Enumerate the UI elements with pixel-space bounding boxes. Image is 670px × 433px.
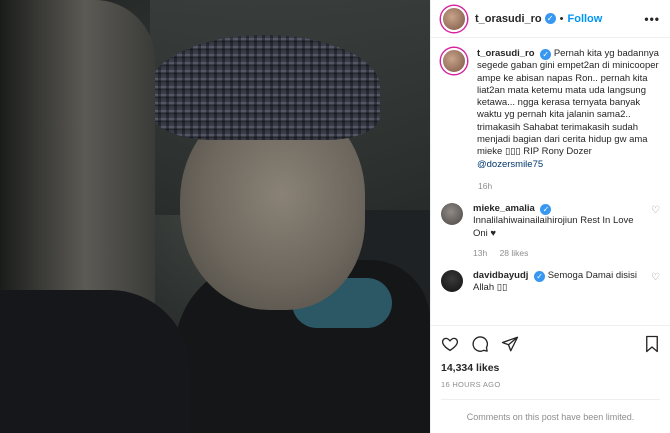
action-icons	[441, 332, 660, 356]
caption-avatar[interactable]	[441, 48, 467, 74]
photo-left-shoulder	[0, 290, 190, 433]
commenter-avatar[interactable]	[441, 269, 463, 292]
share-icon[interactable]	[501, 335, 519, 353]
follow-button[interactable]: Follow	[568, 13, 603, 25]
comment-item: mieke_amalia ✓ Innalilahiwainailaihiroji…	[441, 202, 660, 240]
comment-meta: 13h 28 likes	[473, 248, 660, 258]
verified-badge-icon: ✓	[540, 49, 552, 60]
comment-like-heart-icon[interactable]: ♡	[651, 205, 660, 216]
verified-badge-icon: ✓	[534, 270, 546, 282]
caption-mention-link[interactable]: @dozersmile75	[477, 159, 543, 170]
heart-icon[interactable]	[441, 335, 459, 353]
author-username[interactable]: t_orasudi_ro	[475, 13, 542, 25]
post-header: t_orasudi_ro ✓ • Follow •••	[431, 0, 670, 38]
more-options-icon[interactable]: •••	[644, 12, 660, 26]
post-actions: 14,334 likes 16 HOURS AGO Comments on th…	[431, 325, 670, 433]
comment-icon[interactable]	[471, 335, 489, 353]
caption-username[interactable]: t_orasudi_ro	[477, 48, 535, 59]
caption: t_orasudi_ro ✓ Pernah kita yg badannya s…	[441, 48, 660, 171]
bookmark-icon[interactable]	[644, 335, 660, 353]
comments-section: t_orasudi_ro ✓ Pernah kita yg badannya s…	[431, 38, 670, 325]
verified-badge-icon: ✓	[540, 203, 552, 215]
comment-time: 13h	[473, 247, 488, 258]
commenter-avatar[interactable]	[441, 202, 463, 225]
verified-badge-icon: ✓	[544, 13, 556, 24]
photo-plaid-cap	[150, 35, 380, 140]
post-timestamp: 16 HOURS AGO	[441, 380, 501, 389]
comment-username[interactable]: davidbayudj	[473, 270, 528, 281]
post-sidebar: t_orasudi_ro ✓ • Follow ••• t_orasudi_ro…	[430, 0, 670, 433]
caption-time: 16h	[478, 180, 493, 191]
comment-likes-count[interactable]: 28 likes	[500, 248, 529, 258]
caption-text: Pernah kita yg badannya segede gaban gin…	[477, 48, 659, 158]
comment-username[interactable]: mieke_amalia	[473, 203, 535, 214]
likes-count[interactable]: 14,334 likes	[441, 362, 660, 374]
comment-item: davidbayudj ✓ Semoga Damai disisi Allah …	[441, 269, 660, 295]
instagram-post: t_orasudi_ro ✓ • Follow ••• t_orasudi_ro…	[0, 0, 670, 433]
comment-text: Innalilahiwainailaihirojiun Rest In Love…	[473, 215, 634, 239]
post-photo[interactable]	[0, 0, 430, 433]
comment-like-heart-icon[interactable]: ♡	[651, 272, 660, 283]
author-avatar[interactable]	[441, 5, 467, 32]
comments-limited-notice: Comments on this post have been limited.	[441, 399, 660, 433]
separator-dot: •	[559, 12, 564, 25]
